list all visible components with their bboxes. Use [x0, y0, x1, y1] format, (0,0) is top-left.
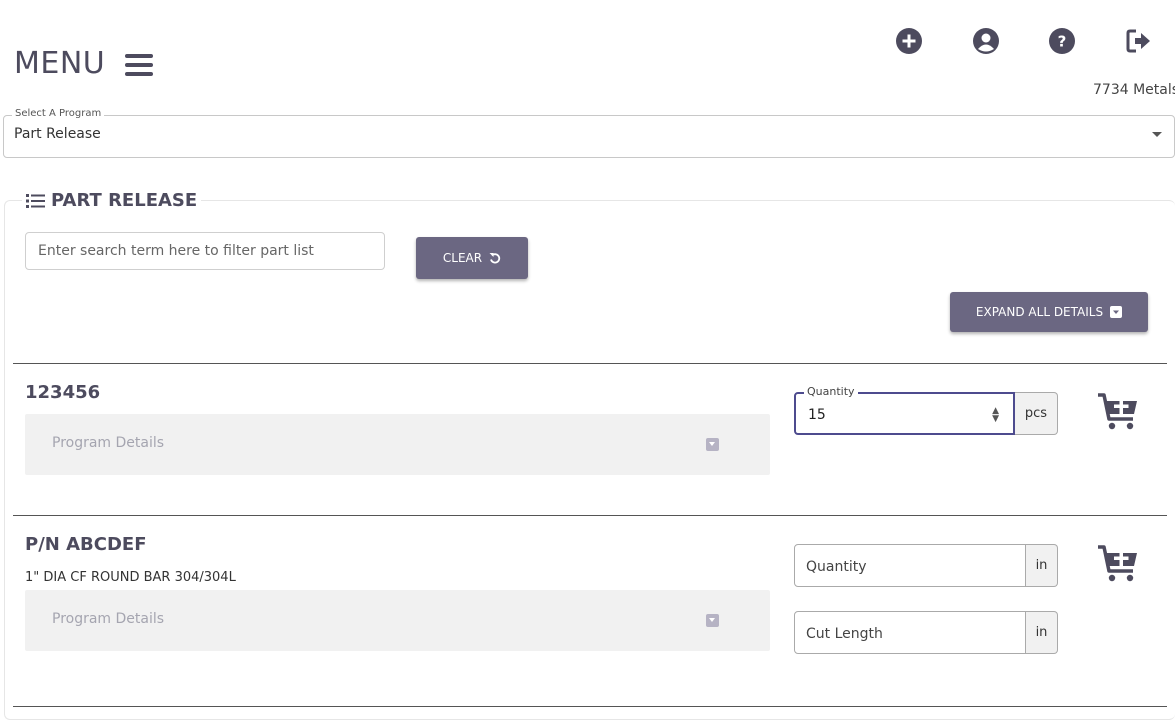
user-circle-icon [973, 28, 999, 54]
add-to-cart-button[interactable] [1097, 544, 1139, 584]
program-details-toggle[interactable]: Program Details [25, 590, 770, 651]
quantity-value: 15 [808, 407, 826, 423]
program-select[interactable]: Select A Program Part Release [3, 108, 1175, 158]
quantity-group: Quantity in [794, 544, 1058, 587]
quantity-stepper[interactable]: Quantity 15 ▲ ▼ [794, 385, 1015, 435]
cart-plus-icon [1098, 393, 1137, 430]
account-button[interactable] [972, 27, 1000, 55]
list-icon [26, 193, 45, 208]
quantity-unit: in [1026, 544, 1058, 587]
divider [13, 515, 1167, 516]
caret-square-down-icon [706, 438, 719, 451]
divider [13, 363, 1167, 364]
part-title: P/N ABCDEF [25, 534, 147, 555]
cut-length-group: Cut Length in [794, 611, 1058, 654]
expand-all-details-button[interactable]: EXPAND ALL DETAILS [950, 292, 1148, 332]
part-description: 1" DIA CF ROUND BAR 304/304L [25, 570, 236, 585]
question-circle-icon: ? [1049, 28, 1075, 54]
cart-plus-icon [1098, 545, 1137, 582]
expand-label: EXPAND ALL DETAILS [975, 305, 1104, 319]
part-search-input[interactable] [25, 232, 385, 270]
program-select-label: Select A Program [12, 108, 105, 119]
add-button[interactable] [895, 27, 923, 55]
clear-button[interactable]: CLEAR [416, 237, 528, 279]
caret-square-down-icon [706, 614, 719, 627]
undo-icon [489, 253, 501, 264]
program-details-label: Program Details [52, 435, 165, 451]
organization-name: 7734 Metals [1093, 82, 1175, 98]
quantity-label: Quantity [804, 385, 858, 398]
clear-label: CLEAR [442, 251, 483, 265]
part-release-title: PART RELEASE [22, 190, 202, 211]
add-to-cart-button[interactable] [1097, 392, 1139, 432]
menu-label: MENU [14, 46, 106, 81]
divider [13, 706, 1167, 707]
quantity-group: Quantity 15 ▲ ▼ pcs [794, 385, 1058, 435]
program-details-toggle[interactable]: Program Details [25, 414, 770, 475]
cut-length-placeholder: Cut Length [806, 626, 883, 642]
logout-button[interactable] [1125, 27, 1153, 55]
quantity-unit: pcs [1015, 392, 1058, 435]
menu-toggle[interactable]: MENU [14, 46, 154, 81]
caret-down-icon [1152, 132, 1162, 137]
program-select-value: Part Release [14, 126, 101, 142]
panel-title-text: PART RELEASE [51, 190, 198, 211]
quantity-placeholder: Quantity [806, 559, 867, 575]
svg-text:?: ? [1058, 33, 1067, 51]
part-title: 123456 [25, 382, 101, 403]
hamburger-icon[interactable] [125, 52, 154, 76]
help-button[interactable]: ? [1048, 27, 1076, 55]
plus-circle-icon [896, 28, 922, 54]
cut-length-input[interactable]: Cut Length [794, 611, 1026, 654]
quantity-input[interactable]: Quantity [794, 544, 1026, 587]
program-details-label: Program Details [52, 611, 165, 627]
caret-square-down-icon [1110, 306, 1123, 318]
spinner-icon[interactable]: ▲ ▼ [992, 407, 999, 424]
cut-length-unit: in [1026, 611, 1058, 654]
sign-out-icon [1126, 29, 1150, 53]
